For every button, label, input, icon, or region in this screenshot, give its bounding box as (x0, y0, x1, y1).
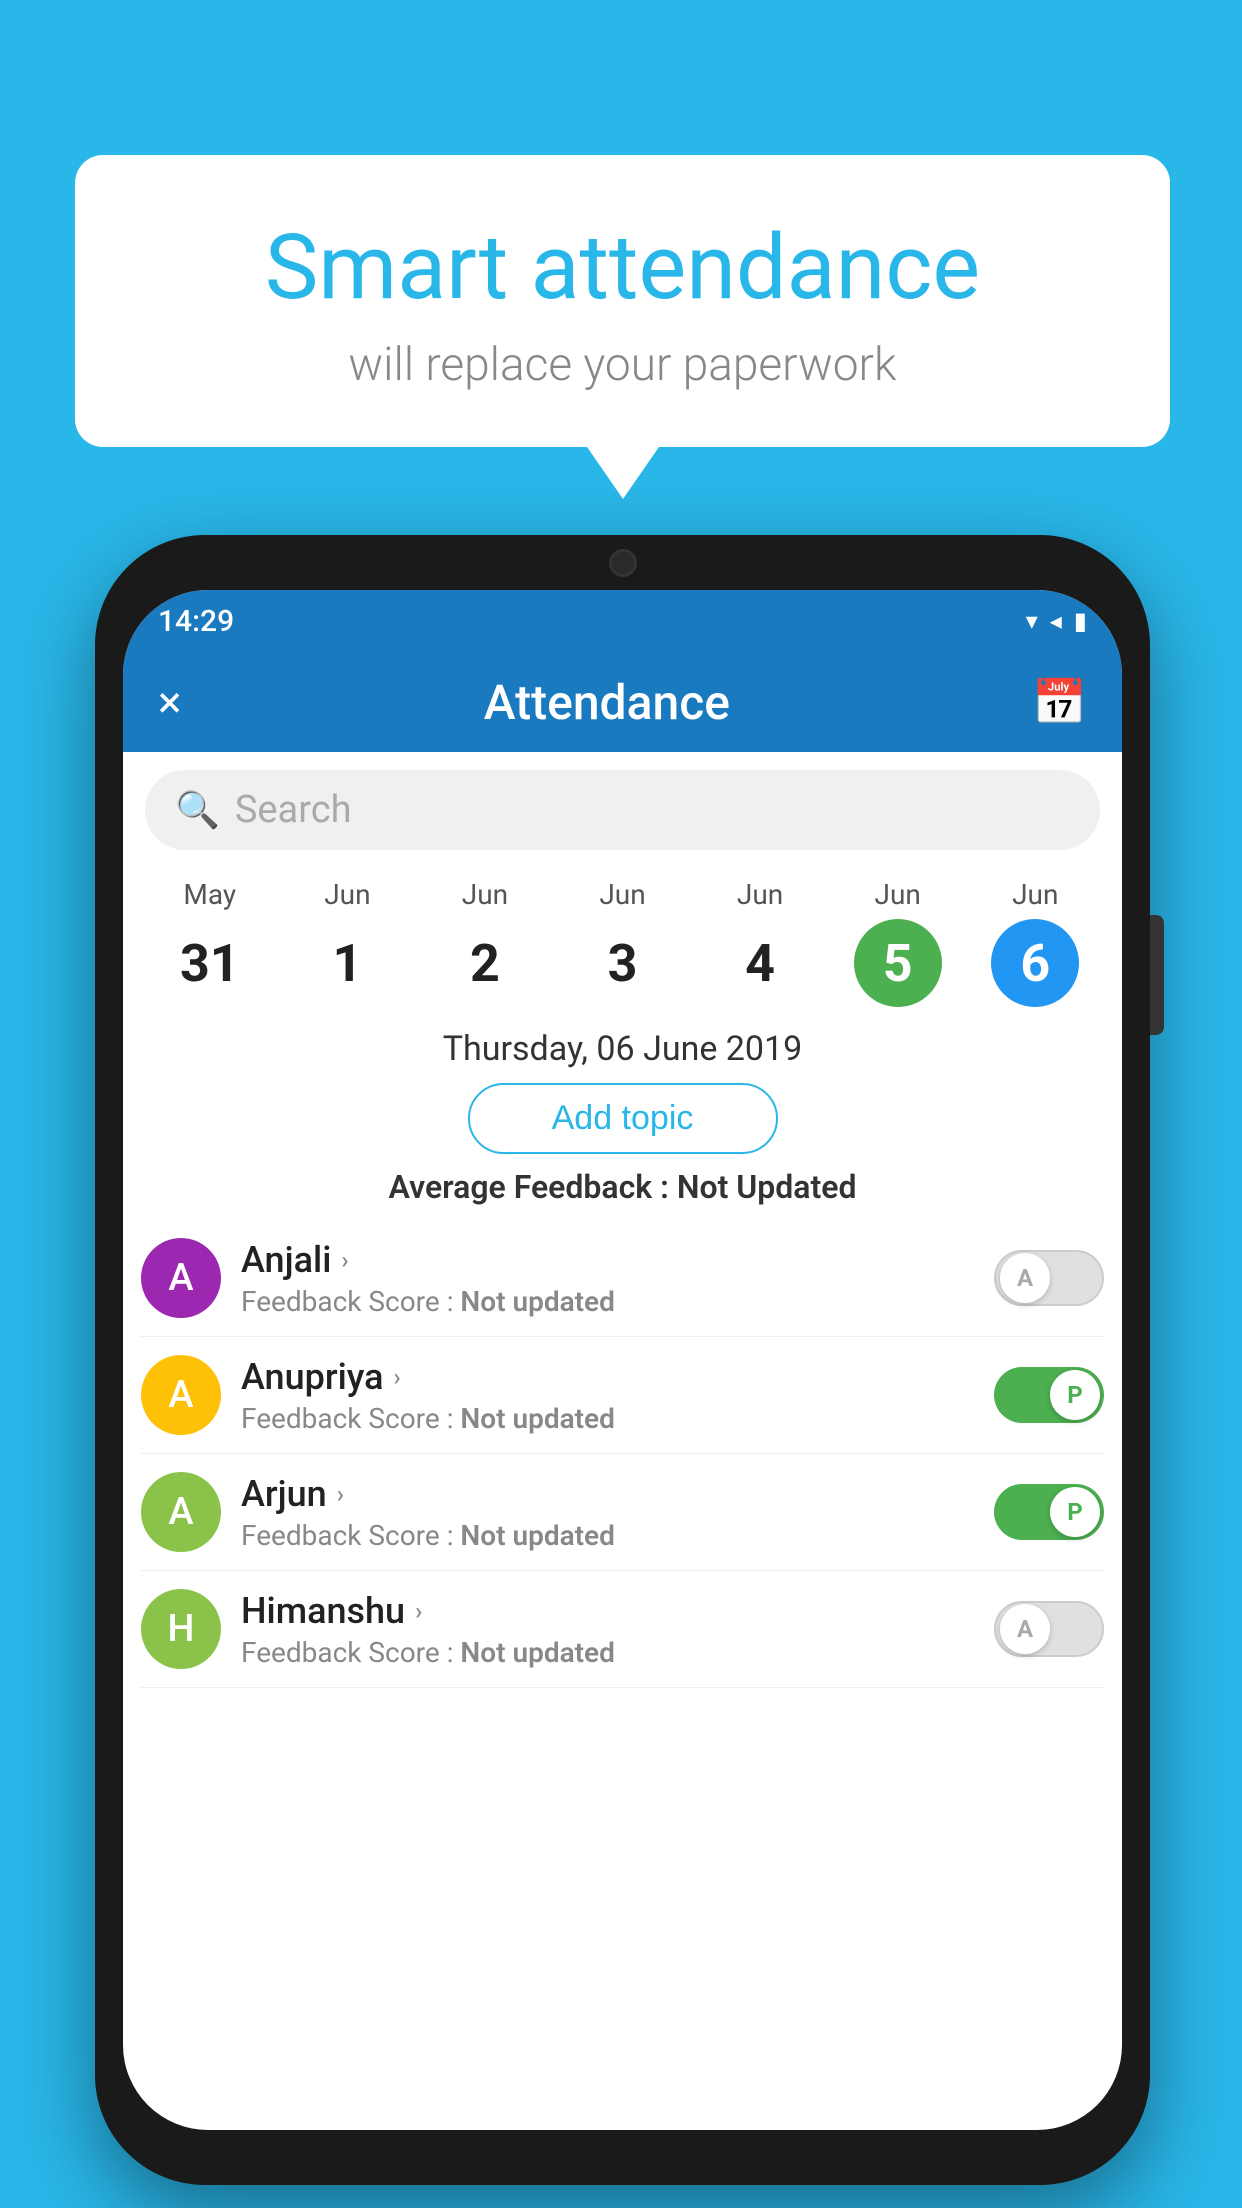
feedback-value: Not updated (460, 1285, 614, 1318)
student-name: Arjun › (241, 1473, 974, 1515)
cal-day-4[interactable]: Jun 4 (691, 878, 829, 1007)
student-name: Himanshu › (241, 1590, 974, 1632)
close-button[interactable]: × (158, 676, 181, 728)
student-name: Anupriya › (241, 1356, 974, 1398)
chevron-icon: › (337, 1480, 344, 1508)
toggle-knob: P (1050, 1370, 1100, 1420)
volume-button (1150, 915, 1164, 1035)
calendar-strip: May 31 Jun 1 Jun 2 Jun 3 Jun 4 Jun 5 Jun 6 (123, 868, 1122, 1017)
signal-icon: ◂ (1050, 607, 1062, 635)
chevron-icon: › (394, 1363, 401, 1391)
avg-feedback: Average Feedback : Not Updated (123, 1168, 1122, 1206)
toggle-knob: P (1050, 1487, 1100, 1537)
speech-bubble-container: Smart attendance will replace your paper… (75, 155, 1170, 447)
student-avatar: A (141, 1238, 221, 1318)
search-bar[interactable]: 🔍 Search (145, 770, 1100, 850)
student-row-1[interactable]: A Anupriya › Feedback Score : Not updated P (141, 1337, 1104, 1454)
front-camera (609, 549, 637, 577)
battery-icon: ▮ (1074, 607, 1087, 635)
cal-day-3[interactable]: Jun 3 (554, 878, 692, 1007)
student-avatar: A (141, 1355, 221, 1435)
cal-day-2[interactable]: Jun 2 (416, 878, 554, 1007)
status-time: 14:29 (158, 604, 234, 639)
wifi-icon: ▾ (1026, 607, 1038, 635)
bubble-subtitle: will replace your paperwork (155, 338, 1090, 392)
cal-num[interactable]: 5 (854, 919, 942, 1007)
search-placeholder: Search (235, 788, 352, 832)
attendance-toggle[interactable]: P (994, 1484, 1104, 1540)
chevron-icon: › (341, 1246, 348, 1274)
student-info: Anjali › Feedback Score : Not updated (241, 1239, 974, 1318)
cal-month: Jun (324, 878, 370, 911)
student-row-3[interactable]: H Himanshu › Feedback Score : Not updated A (141, 1571, 1104, 1688)
app-bar: × Attendance 📅 (123, 652, 1122, 752)
cal-num[interactable]: 3 (579, 919, 667, 1007)
feedback-value: Not updated (460, 1519, 614, 1552)
attendance-toggle[interactable]: A (994, 1250, 1104, 1306)
bubble-title: Smart attendance (155, 215, 1090, 320)
phone-notch (533, 535, 713, 587)
feedback-value: Not updated (460, 1402, 614, 1435)
cal-num[interactable]: 4 (716, 919, 804, 1007)
status-bar: 14:29 ▾ ◂ ▮ (123, 590, 1122, 652)
student-row-0[interactable]: A Anjali › Feedback Score : Not updated A (141, 1220, 1104, 1337)
student-row-2[interactable]: A Arjun › Feedback Score : Not updated P (141, 1454, 1104, 1571)
toggle-knob: A (1000, 1604, 1050, 1654)
cal-num[interactable]: 31 (166, 919, 254, 1007)
student-name: Anjali › (241, 1239, 974, 1281)
cal-month: May (183, 878, 236, 911)
cal-month: Jun (875, 878, 921, 911)
toggle-knob: A (1000, 1253, 1050, 1303)
student-feedback: Feedback Score : Not updated (241, 1402, 974, 1435)
phone-screen: 14:29 ▾ ◂ ▮ × Attendance 📅 🔍 Search Ma (123, 590, 1122, 2130)
selected-date: Thursday, 06 June 2019 (123, 1029, 1122, 1069)
cal-num[interactable]: 1 (303, 919, 391, 1007)
phone-body: 14:29 ▾ ◂ ▮ × Attendance 📅 🔍 Search Ma (95, 535, 1150, 2185)
attendance-toggle[interactable]: P (994, 1367, 1104, 1423)
student-avatar: H (141, 1589, 221, 1669)
cal-month: Jun (599, 878, 645, 911)
calendar-icon[interactable]: 📅 (1032, 676, 1087, 728)
student-info: Himanshu › Feedback Score : Not updated (241, 1590, 974, 1669)
student-feedback: Feedback Score : Not updated (241, 1636, 974, 1669)
status-icons: ▾ ◂ ▮ (1026, 607, 1087, 635)
avg-feedback-value: Not Updated (677, 1168, 857, 1206)
cal-month: Jun (737, 878, 783, 911)
app-bar-title: Attendance (484, 674, 730, 731)
student-feedback: Feedback Score : Not updated (241, 1519, 974, 1552)
speech-bubble: Smart attendance will replace your paper… (75, 155, 1170, 447)
student-feedback: Feedback Score : Not updated (241, 1285, 974, 1318)
cal-month: Jun (462, 878, 508, 911)
cal-day-1[interactable]: Jun 1 (279, 878, 417, 1007)
student-list: AAnjali ›Feedback Score : Not updatedAAA… (123, 1220, 1122, 1688)
phone-device: 14:29 ▾ ◂ ▮ × Attendance 📅 🔍 Search Ma (95, 535, 1150, 2185)
student-info: Anupriya › Feedback Score : Not updated (241, 1356, 974, 1435)
cal-month: Jun (1012, 878, 1058, 911)
search-icon: 🔍 (175, 789, 220, 831)
cal-num[interactable]: 2 (441, 919, 529, 1007)
cal-num[interactable]: 6 (991, 919, 1079, 1007)
chevron-icon: › (415, 1597, 422, 1625)
feedback-value: Not updated (460, 1636, 614, 1669)
add-topic-button[interactable]: Add topic (468, 1083, 778, 1154)
cal-day-6[interactable]: Jun 6 (966, 878, 1104, 1007)
cal-day-0[interactable]: May 31 (141, 878, 279, 1007)
student-avatar: A (141, 1472, 221, 1552)
cal-day-5[interactable]: Jun 5 (829, 878, 967, 1007)
attendance-toggle[interactable]: A (994, 1601, 1104, 1657)
student-info: Arjun › Feedback Score : Not updated (241, 1473, 974, 1552)
